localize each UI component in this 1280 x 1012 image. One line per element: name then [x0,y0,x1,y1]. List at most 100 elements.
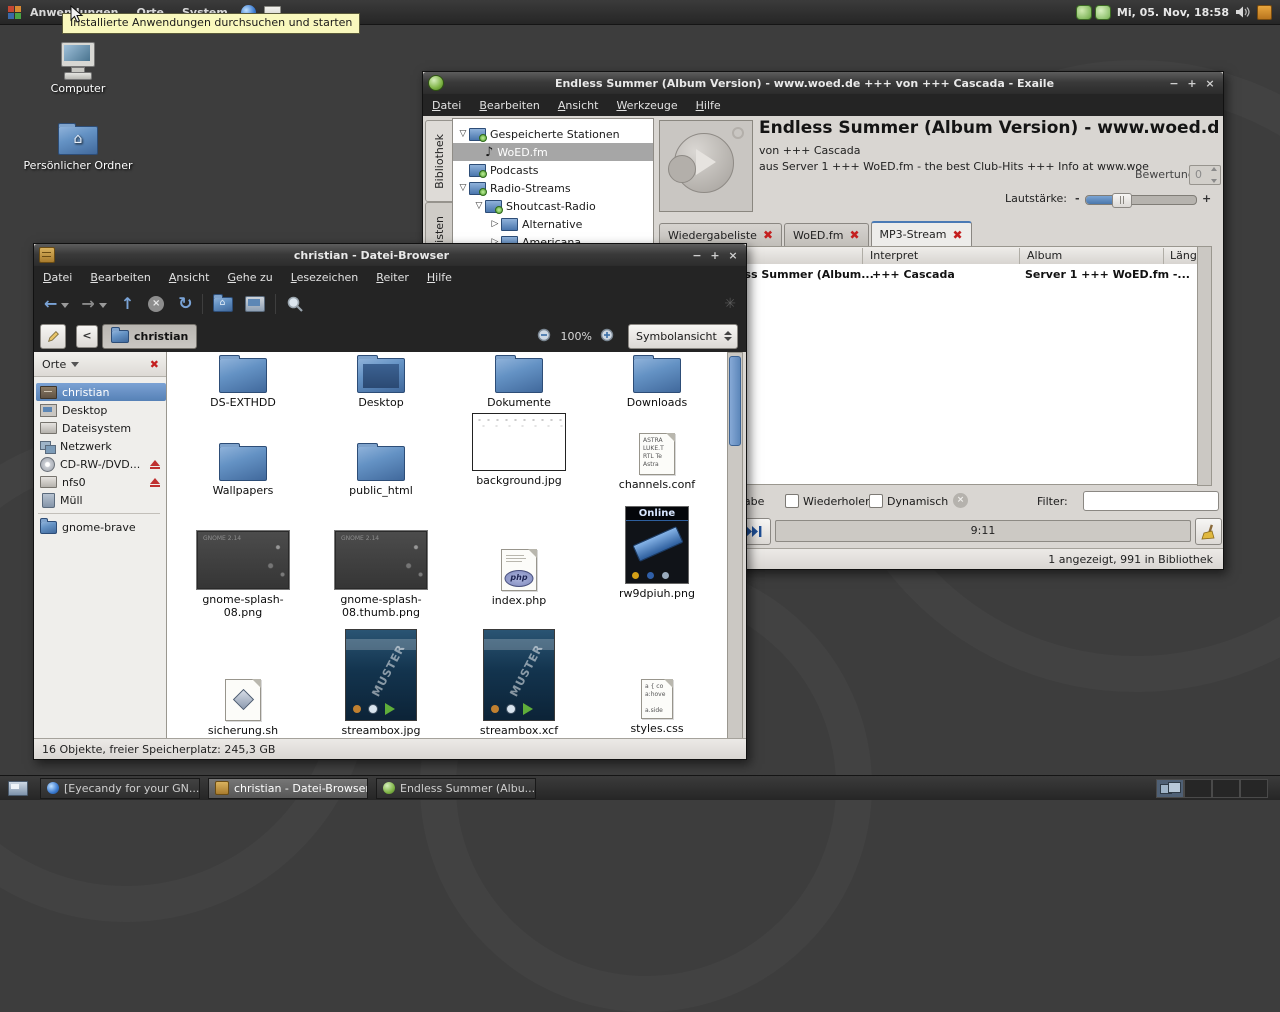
volume-thumb[interactable] [1112,193,1132,208]
eject-icon[interactable] [150,460,160,469]
close-tab-icon[interactable]: ✖ [763,228,773,242]
seek-bar[interactable]: 9:11 [775,520,1191,542]
menu-bearbeiten[interactable]: Bearbeiten [470,99,548,112]
minimize-button[interactable]: − [1165,77,1183,90]
main-menu-icon[interactable] [8,6,21,19]
file-browser-titlebar[interactable]: christian - Datei-Browser − + × [34,244,746,266]
file-streambox-xcf[interactable]: MUSTER streambox.xcf [459,629,579,737]
taskbar-item-exaile[interactable]: Endless Summer (Albu... [376,778,536,799]
file-browser-window[interactable]: christian - Datei-Browser − + × Datei Be… [33,243,747,760]
menu-datei[interactable]: Datei [34,271,81,284]
place-muell[interactable]: Müll [36,491,166,509]
file-index-php[interactable]: php index.php [459,549,579,607]
file-gnome-splash-png[interactable]: GNOME 2.14 gnome-splash-08.png [183,530,303,619]
taskbar-item-eyecandy[interactable]: [Eyecandy for your GN... [40,778,200,799]
spin-up-icon[interactable] [1211,167,1217,171]
zoom-in-icon[interactable] [600,328,616,344]
edit-location-button[interactable] [40,324,66,349]
path-scroll-left-button[interactable]: < [76,325,98,348]
workspace-3[interactable] [1212,779,1240,798]
file-sicherung-sh[interactable]: sicherung.sh [183,679,303,737]
maximize-button[interactable]: + [706,249,724,262]
menu-ansicht[interactable]: Ansicht [549,99,608,112]
volume-icon[interactable] [1235,5,1251,19]
view-mode-select[interactable]: Symbolansicht [628,324,738,349]
filter-input[interactable] [1083,491,1219,511]
forward-dropdown-icon[interactable] [99,303,107,308]
menu-hilfe[interactable]: Hilfe [687,99,730,112]
minimize-button[interactable]: − [688,249,706,262]
clear-playlist-button[interactable] [1195,518,1222,545]
show-desktop-icon[interactable] [8,781,28,796]
menu-lesezeichen[interactable]: Lesezeichen [282,271,368,284]
back-dropdown-icon[interactable] [61,303,69,308]
zoom-out-icon[interactable] [537,328,553,344]
expander-icon[interactable]: ▷ [489,219,501,229]
eject-icon[interactable] [150,478,160,487]
taskbar-item-file-browser[interactable]: christian - Datei-Browser [208,778,368,799]
stop-icon[interactable]: × [148,296,164,312]
menu-gehe-zu[interactable]: Gehe zu [218,271,281,284]
workspace-4[interactable] [1240,779,1268,798]
place-desktop[interactable]: Desktop [36,401,166,419]
menu-werkzeuge[interactable]: Werkzeuge [607,99,686,112]
place-gnome-brave[interactable]: gnome-brave [36,518,166,536]
column-album[interactable]: Album [1027,249,1062,262]
back-icon[interactable]: ← [44,296,57,312]
icon-view[interactable]: DS-EXTHDD Desktop Dokumente Downloads Wa… [167,352,728,739]
tree-item-woedfm[interactable]: ♪ WoED.fm [453,143,653,161]
menu-hilfe[interactable]: Hilfe [418,271,461,284]
tree-item-shoutcast[interactable]: ▽ Shoutcast-Radio [453,197,653,215]
close-button[interactable]: × [724,249,742,262]
exaile-titlebar[interactable]: Endless Summer (Album Version) - www.woe… [423,72,1223,94]
computer-toolbar-icon[interactable] [245,296,265,312]
menu-datei[interactable]: Datei [423,99,470,112]
maximize-button[interactable]: + [1183,77,1201,90]
messenger-icon[interactable] [1095,5,1111,20]
menu-reiter[interactable]: Reiter [367,271,418,284]
menu-bearbeiten[interactable]: Bearbeiten [81,271,159,284]
playlist-scrollbar[interactable] [1197,246,1212,486]
tree-item-podcasts[interactable]: Podcasts [453,161,653,179]
tree-item-radio-streams[interactable]: ▽ Radio-Streams [453,179,653,197]
forward-icon[interactable]: → [81,296,94,312]
update-notifier-icon[interactable] [1257,5,1272,20]
tree-item-alternative[interactable]: ▷ Alternative [453,215,653,233]
clock[interactable]: Mi, 05. Nov, 18:58 [1117,6,1229,19]
volume-minus[interactable]: - [1075,192,1080,205]
home-toolbar-icon[interactable]: ⌂ [213,297,233,312]
file-desktop[interactable]: Desktop [321,353,441,409]
file-ds-exthdd[interactable]: DS-EXTHDD [183,353,303,409]
file-gnome-splash-thumb-png[interactable]: GNOME 2.14 gnome-splash-08.thumb.png [321,530,441,619]
expander-icon[interactable]: ▽ [473,201,485,211]
volume-plus[interactable]: + [1202,192,1211,205]
rating-spinbox[interactable]: 0 [1189,165,1221,185]
places-header[interactable]: Orte ✖ [34,352,166,377]
volume-slider[interactable] [1085,195,1197,205]
file-view-scrollbar[interactable] [727,352,743,739]
expander-icon[interactable]: ▽ [457,129,469,139]
file-streambox-jpg[interactable]: MUSTER streambox.jpg [321,629,441,737]
close-tab-icon[interactable]: ✖ [849,228,859,242]
place-netzwerk[interactable]: Netzwerk [36,437,166,455]
path-button-christian[interactable]: christian [102,324,197,349]
reload-icon[interactable]: ↻ [178,296,192,313]
file-channels-conf[interactable]: ASTRA LUKE.T RTL Te Astra channels.conf [597,433,717,491]
file-downloads[interactable]: Downloads [597,353,717,409]
file-styles-css[interactable]: a { co a:hove a.side styles.css [597,679,717,735]
close-tab-icon[interactable]: ✖ [952,228,962,242]
workspace-2[interactable] [1184,779,1212,798]
column-interpret[interactable]: Interpret [870,249,918,262]
up-icon[interactable]: ↑ [121,296,134,312]
file-rw9dpiuh-png[interactable]: Online rw9dpiuh.png [597,506,717,600]
clear-filter-icon[interactable]: × [953,493,968,508]
tab-woedfm[interactable]: WoED.fm ✖ [784,223,869,246]
chat-status-icon[interactable] [1076,5,1092,20]
expander-icon[interactable]: ▽ [457,183,469,193]
workspace-switcher[interactable] [1156,779,1268,798]
file-background-jpg[interactable]: background.jpg [459,413,579,487]
dynamic-checkbox[interactable] [869,494,883,508]
place-nfs0[interactable]: nfs0 [36,473,166,491]
repeat-checkbox[interactable] [785,494,799,508]
place-christian[interactable]: christian [36,383,166,401]
